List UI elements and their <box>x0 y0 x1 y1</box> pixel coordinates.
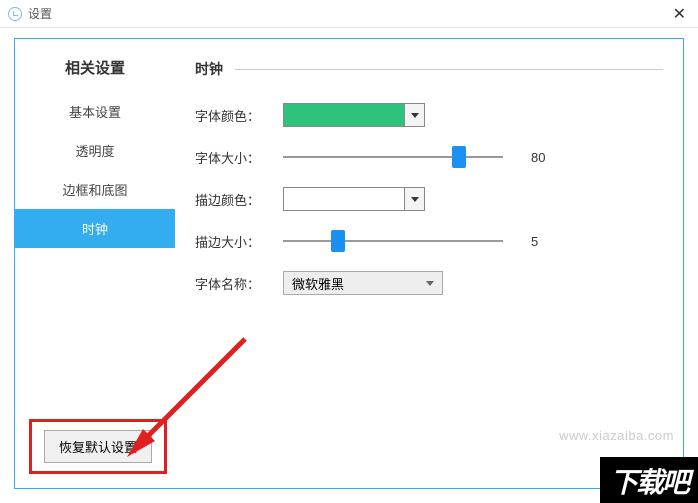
section-header: 时钟 <box>195 59 663 79</box>
font-size-label: 字体大小： <box>195 148 283 167</box>
slider-track <box>283 240 503 242</box>
titlebar: 设置 ✕ <box>0 0 698 28</box>
sidebar-item-label: 边框和底图 <box>62 183 127 198</box>
site-logo: 下载吧 <box>600 457 698 503</box>
row-font-color: 字体颜色： <box>195 103 663 127</box>
slider-thumb[interactable] <box>452 146 466 168</box>
font-color-picker[interactable] <box>283 103 425 127</box>
font-name-label: 字体名称： <box>195 274 283 293</box>
stroke-color-swatch <box>284 188 404 210</box>
slider-track <box>283 156 503 158</box>
sidebar-item-opacity[interactable]: 透明度 <box>15 131 175 170</box>
section-title: 时钟 <box>195 59 223 79</box>
divider <box>235 69 663 70</box>
stroke-size-label: 描边大小： <box>195 232 283 251</box>
dialog-frame: 相关设置 基本设置 透明度 边框和底图 时钟 恢复默认设置 时钟 字体颜色： 字… <box>14 38 684 489</box>
slider-thumb[interactable] <box>331 230 345 252</box>
restore-defaults-button[interactable]: 恢复默认设置 <box>44 430 152 463</box>
content-panel: 时钟 字体颜色： 字体大小： 80 描边颜色： <box>195 59 663 315</box>
stroke-size-slider[interactable] <box>283 231 503 251</box>
row-font-name: 字体名称： 微软雅黑 <box>195 271 663 295</box>
font-color-swatch <box>284 104 404 126</box>
sidebar-item-label: 透明度 <box>75 144 114 159</box>
stroke-size-value: 5 <box>531 234 538 249</box>
stroke-color-dropdown[interactable] <box>404 188 424 210</box>
font-color-dropdown[interactable] <box>404 104 424 126</box>
window-title: 设置 <box>28 5 52 22</box>
chevron-down-icon <box>411 197 419 202</box>
font-size-slider[interactable] <box>283 147 503 167</box>
chevron-down-icon <box>426 281 434 286</box>
sidebar-item-basic[interactable]: 基本设置 <box>15 92 175 131</box>
font-size-value: 80 <box>531 150 545 165</box>
sidebar-item-border[interactable]: 边框和底图 <box>15 170 175 209</box>
sidebar-item-label: 时钟 <box>82 222 108 237</box>
row-font-size: 字体大小： 80 <box>195 147 663 167</box>
font-name-value: 微软雅黑 <box>292 274 344 293</box>
font-color-label: 字体颜色： <box>195 106 283 125</box>
close-button[interactable]: ✕ <box>669 4 690 24</box>
row-stroke-size: 描边大小： 5 <box>195 231 663 251</box>
sidebar-heading: 相关设置 <box>15 39 175 92</box>
stroke-color-picker[interactable] <box>283 187 425 211</box>
stroke-color-label: 描边颜色： <box>195 190 283 209</box>
sidebar-item-label: 基本设置 <box>69 105 121 120</box>
restore-highlight: 恢复默认设置 <box>29 419 167 474</box>
chevron-down-icon <box>411 113 419 118</box>
row-stroke-color: 描边颜色： <box>195 187 663 211</box>
clock-icon <box>8 7 22 21</box>
font-name-select[interactable]: 微软雅黑 <box>283 271 443 295</box>
sidebar-item-clock[interactable]: 时钟 <box>15 209 175 248</box>
watermark-text: www.xiazaiba.com <box>559 428 674 443</box>
